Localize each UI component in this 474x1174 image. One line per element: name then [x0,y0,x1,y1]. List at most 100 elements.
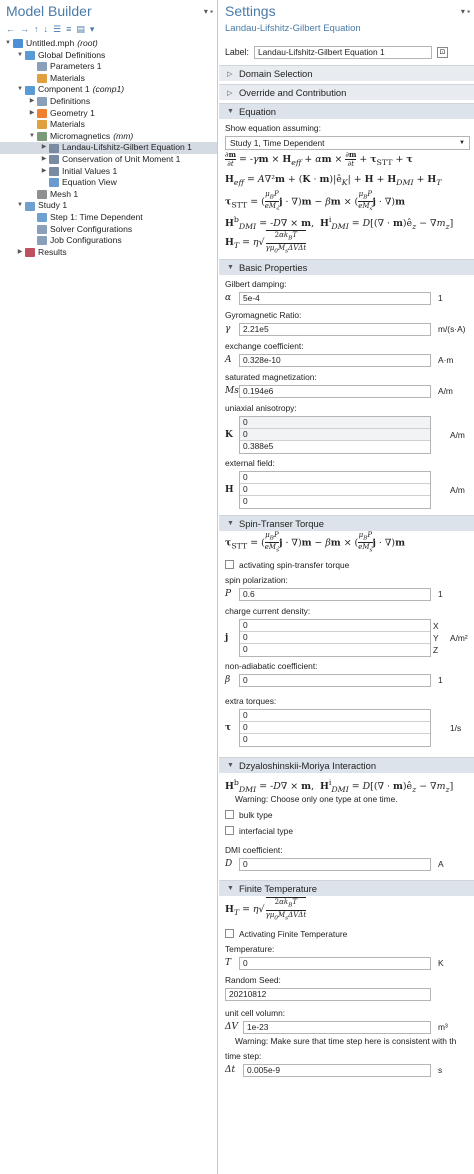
expand-open-icon[interactable]: ▼ [4,38,12,50]
current-y-input[interactable]: 0 [240,632,430,644]
study-dropdown[interactable]: Study 1, Time Dependent ▼ [225,136,470,150]
anisotropy-row: K 0 0 0.388e5 A/m [225,416,470,454]
tree-item[interactable]: Parameters 1 [0,61,217,73]
tree-item[interactable]: ▶ Definitions [0,96,217,108]
field-z-input[interactable]: 0 [240,496,430,508]
torque-y-input[interactable]: 0 [240,722,430,734]
tree-item[interactable]: ▶ Results [0,247,217,259]
exchange-label: exchange coefficient: [225,341,304,351]
ms-unit: A/m [438,386,453,396]
section-spin-transfer-torque[interactable]: ▼ Spin-Transer Torque [219,515,474,531]
current-z-input[interactable]: 0 [240,644,430,656]
show-icon[interactable]: ☰ [53,24,61,35]
expand-closed-icon[interactable]: ▶ [40,154,48,166]
tree-item-label: Results [38,246,67,257]
torque-x-input[interactable]: 0 [240,710,430,722]
exchange-input[interactable]: 0.328e-10 [239,353,431,367]
tree-node-icon [37,62,47,72]
basic-properties-body: Gilbert damping: α 5e-4 1 Gyromagnetic R… [219,279,474,509]
delta-t-symbol: Δt [225,1065,236,1075]
checkbox-unchecked-icon [225,810,234,819]
section-domain-selection[interactable]: ▷ Domain Selection [219,65,474,81]
beta-symbol: β [225,675,231,685]
dmi-coef-input[interactable]: 0 [239,857,431,871]
section-dmi[interactable]: ▼ Dzyaloshinskii-Moriya Interaction [219,757,474,773]
expand-open-icon[interactable]: ▼ [16,84,24,96]
tree-item-label: Mesh 1 [50,188,79,199]
view-options-icon[interactable]: ▾ [90,24,95,35]
field-vector: 0 0 0 [239,471,431,509]
tree-item[interactable]: ▼ Study 1 [0,200,217,212]
temperature-input[interactable]: 0 [239,956,431,970]
seed-input[interactable]: 20210812 [225,987,431,1001]
reset-label-icon[interactable]: ⊡ [436,46,448,58]
ms-row: Ms 0.194e6 A/m [225,383,470,399]
polarization-input[interactable]: 0.6 [239,587,431,601]
expand-open-icon[interactable]: ▼ [28,131,36,143]
tree-item[interactable]: ▶ Landau-Lifshitz-Gilbert Equation 1 [0,142,217,154]
back-arrow-icon[interactable]: ← [6,24,15,34]
expand-closed-icon[interactable]: ▶ [28,108,36,120]
expand-open-icon[interactable]: ▼ [16,200,24,212]
tree-item[interactable]: Step 1: Time Dependent [0,212,217,224]
volume-input[interactable]: 1e-23 [243,1020,431,1034]
move-up-icon[interactable]: ↑ [34,24,39,34]
tree-item[interactable]: Materials [0,119,217,131]
thermal-field-equation-2: HT = η√ 2αkBT γμ0MsΔVΔt [225,897,307,921]
tree-item[interactable]: Mesh 1 [0,189,217,201]
tree-item[interactable]: ▶ Geometry 1 [0,108,217,120]
tree-item[interactable]: ▼ Global Definitions [0,50,217,62]
bulk-type-checkbox[interactable]: bulk type [225,808,470,821]
gilbert-input[interactable]: 5e-4 [239,291,431,305]
field-x-input[interactable]: 0 [240,472,430,484]
expand-closed-icon[interactable]: ▶ [40,142,48,154]
ms-input[interactable]: 0.194e6 [239,384,431,398]
k-symbol: K [225,430,233,440]
panel-menu-icon[interactable]: ▾ ▪ [204,7,217,16]
temperature-unit: K [438,958,444,968]
tree-item-label: Conservation of Unit Moment 1 [62,153,181,164]
expand-closed-icon[interactable]: ▶ [40,166,48,178]
tree-item[interactable]: ▼ Component 1 (comp1) [0,84,217,96]
current-x-input[interactable]: 0 [240,620,430,632]
tree-node-icon [25,85,35,95]
tree-item[interactable]: Job Configurations [0,235,217,247]
tree-item-label: Global Definitions [38,49,106,60]
tree-item[interactable]: Solver Configurations [0,224,217,236]
tree-item-label: Step 1: Time Dependent [50,211,143,222]
torque-z-input[interactable]: 0 [240,734,430,746]
finite-temperature-body: HT = η√ 2αkBT γμ0MsΔVΔt Activating Finite … [219,896,474,1078]
finite-temp-checkbox[interactable]: Activating Finite Temperature [225,927,470,940]
beta-input[interactable]: 0 [239,673,431,687]
anisotropy-y-input[interactable]: 0 [240,429,430,441]
time-step-input[interactable]: 0.005e-9 [243,1063,431,1077]
tree-item[interactable]: Materials [0,73,217,85]
tree-item[interactable]: ▶ Initial Values 1 [0,166,217,178]
settings-menu-icon[interactable]: ▾ ▪ [461,7,474,16]
expand-open-icon[interactable]: ▼ [16,50,24,62]
extra-torques-label: extra torques: [225,696,277,706]
gyro-input[interactable]: 2.21e5 [239,322,431,336]
stt-activate-checkbox[interactable]: activating spin-transfer torque [225,558,470,571]
forward-arrow-icon[interactable]: → [20,24,29,34]
dmi-equation: HbDMI = -D∇ × m, HiDMI = D[(∇ · m)êz − ∇… [225,215,454,230]
anisotropy-x-input[interactable]: 0 [240,417,430,429]
section-override[interactable]: ▷ Override and Contribution [219,84,474,100]
section-equation[interactable]: ▼ Equation [219,103,474,119]
interfacial-type-checkbox[interactable]: interfacial type [225,824,470,837]
tree-item[interactable]: ▼ Untitled.mph (root) [0,38,217,50]
tree-item[interactable]: ▼ Micromagnetics (mm) [0,131,217,143]
collapse-icon[interactable]: ≡ [66,24,71,34]
section-basic-properties[interactable]: ▼ Basic Properties [219,259,474,275]
tree-item[interactable]: Equation View [0,177,217,189]
field-y-input[interactable]: 0 [240,484,430,496]
section-finite-temperature[interactable]: ▼ Finite Temperature [219,880,474,896]
expand-closed-icon[interactable]: ▶ [16,247,24,259]
tree-item[interactable]: ▶ Conservation of Unit Moment 1 [0,154,217,166]
label-input[interactable]: Landau-Lifshitz-Gilbert Equation 1 [253,45,432,59]
tree-node-icon [13,39,23,49]
expand-closed-icon[interactable]: ▶ [28,96,36,108]
move-down-icon[interactable]: ↓ [44,24,49,34]
expand-icon[interactable]: ▤ [76,24,85,35]
anisotropy-z-input[interactable]: 0.388e5 [240,441,430,453]
